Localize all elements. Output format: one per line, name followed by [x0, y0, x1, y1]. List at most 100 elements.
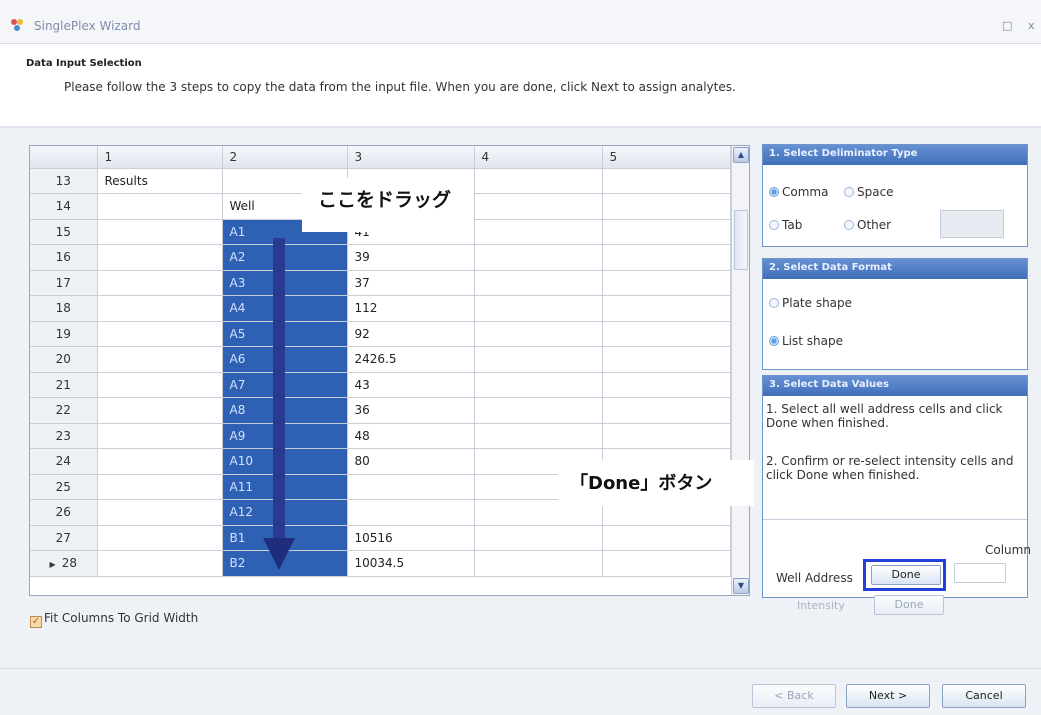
- next-button[interactable]: Next >: [846, 684, 930, 708]
- cell-value: A5: [229, 326, 246, 341]
- row-number-cell: 17: [30, 270, 98, 296]
- grid-cell[interactable]: [602, 219, 731, 245]
- grid-cell[interactable]: 80: [347, 448, 475, 475]
- back-button[interactable]: < Back: [752, 684, 836, 708]
- grid-cell[interactable]: [602, 346, 731, 373]
- grid-cell[interactable]: 10034.5: [347, 550, 475, 577]
- grid-cell[interactable]: [474, 550, 603, 577]
- table-row[interactable]: 20 A6 2426.5: [30, 346, 731, 373]
- grid-cell[interactable]: [474, 193, 603, 220]
- cell-value: B1: [229, 530, 246, 545]
- comma-radio[interactable]: Comma: [769, 185, 828, 199]
- grid-cell[interactable]: [602, 295, 731, 322]
- table-row[interactable]: 16 A2 39: [30, 244, 731, 271]
- cell-value: 80: [354, 454, 370, 469]
- cancel-button[interactable]: Cancel: [942, 684, 1026, 708]
- row-number-cell: 14: [30, 193, 98, 220]
- space-radio[interactable]: Space: [844, 185, 894, 199]
- grid-cell[interactable]: [474, 423, 603, 449]
- grid-cell[interactable]: [474, 321, 603, 347]
- table-row[interactable]: ▶ 28 B2 10034.5: [30, 550, 731, 577]
- grid-cell[interactable]: [602, 321, 731, 347]
- grid-cell[interactable]: [97, 193, 223, 220]
- other-radio[interactable]: Other: [844, 218, 891, 232]
- table-row[interactable]: 18 A4 112: [30, 295, 731, 322]
- grid-cell[interactable]: 10516: [347, 525, 475, 551]
- grid-cell[interactable]: [474, 295, 603, 322]
- grid-cell[interactable]: [474, 372, 603, 398]
- cell-value: 18: [55, 301, 71, 316]
- grid-cell[interactable]: [97, 423, 223, 449]
- grid-cell[interactable]: [602, 270, 731, 296]
- list-shape-radio[interactable]: List shape: [769, 334, 843, 348]
- grid-cell[interactable]: [97, 448, 223, 475]
- row-number-cell: 13: [30, 168, 98, 194]
- grid-cell[interactable]: [97, 295, 223, 322]
- grid-cell[interactable]: [97, 346, 223, 373]
- grid-cell[interactable]: 92: [347, 321, 475, 347]
- grid-cell[interactable]: [602, 550, 731, 577]
- maximize-button[interactable]: □: [1002, 19, 1012, 32]
- grid-cell[interactable]: 43: [347, 372, 475, 398]
- grid-cell[interactable]: [347, 499, 475, 526]
- grid-cell[interactable]: [97, 244, 223, 271]
- grid-cell[interactable]: [602, 244, 731, 271]
- scroll-down-icon[interactable]: ▼: [733, 578, 749, 594]
- close-button[interactable]: x: [1028, 19, 1035, 32]
- column-header[interactable]: 4: [474, 146, 603, 169]
- grid-cell[interactable]: [474, 244, 603, 271]
- plate-shape-radio[interactable]: Plate shape: [769, 296, 852, 310]
- table-row[interactable]: 17 A3 37: [30, 270, 731, 296]
- column-input[interactable]: [954, 563, 1006, 583]
- scroll-up-icon[interactable]: ▲: [733, 147, 749, 163]
- grid-cell[interactable]: [97, 321, 223, 347]
- grid-cell[interactable]: [602, 372, 731, 398]
- grid-cell[interactable]: [602, 525, 731, 551]
- grid-cell[interactable]: [474, 270, 603, 296]
- table-row[interactable]: 27 B1 10516: [30, 525, 731, 551]
- fit-columns-checkbox[interactable]: ✓ Fit Columns To Grid Width: [30, 611, 198, 628]
- grid-cell[interactable]: [602, 397, 731, 424]
- table-row[interactable]: 19 A5 92: [30, 321, 731, 347]
- grid-cell[interactable]: [97, 270, 223, 296]
- grid-cell[interactable]: [97, 525, 223, 551]
- grid-cell[interactable]: [97, 550, 223, 577]
- drag-arrow-icon: [263, 538, 295, 570]
- grid-cell[interactable]: [97, 219, 223, 245]
- grid-cell[interactable]: [474, 397, 603, 424]
- table-row[interactable]: 22 A8 36: [30, 397, 731, 424]
- well-address-done-button[interactable]: Done: [871, 565, 941, 585]
- grid-corner: [30, 146, 98, 169]
- column-header[interactable]: 2: [222, 146, 348, 169]
- grid-cell[interactable]: 36: [347, 397, 475, 424]
- table-row[interactable]: 23 A9 48: [30, 423, 731, 449]
- row-number-cell: 15: [30, 219, 98, 245]
- grid-cell[interactable]: 112: [347, 295, 475, 322]
- grid-cell[interactable]: [97, 397, 223, 424]
- grid-cell[interactable]: Results: [97, 168, 223, 194]
- grid-cell[interactable]: [474, 168, 603, 194]
- grid-cell[interactable]: [474, 346, 603, 373]
- other-delimiter-input[interactable]: [940, 210, 1004, 238]
- grid-cell[interactable]: [474, 219, 603, 245]
- grid-vertical-scrollbar[interactable]: ▲ ▼: [731, 146, 749, 595]
- intensity-done-button[interactable]: Done: [874, 595, 944, 615]
- grid-cell[interactable]: [474, 525, 603, 551]
- grid-cell[interactable]: 37: [347, 270, 475, 296]
- tab-radio[interactable]: Tab: [769, 218, 802, 232]
- column-header[interactable]: 3: [347, 146, 475, 169]
- grid-cell[interactable]: 2426.5: [347, 346, 475, 373]
- grid-cell[interactable]: 39: [347, 244, 475, 271]
- grid-cell[interactable]: [602, 193, 731, 220]
- grid-cell[interactable]: [602, 423, 731, 449]
- grid-cell[interactable]: [97, 474, 223, 500]
- grid-cell[interactable]: 48: [347, 423, 475, 449]
- grid-cell[interactable]: [97, 499, 223, 526]
- grid-cell[interactable]: [602, 168, 731, 194]
- column-header[interactable]: 5: [602, 146, 731, 169]
- column-header[interactable]: 1: [97, 146, 223, 169]
- table-row[interactable]: 21 A7 43: [30, 372, 731, 398]
- scroll-thumb[interactable]: [734, 210, 748, 270]
- grid-cell[interactable]: [347, 474, 475, 500]
- grid-cell[interactable]: [97, 372, 223, 398]
